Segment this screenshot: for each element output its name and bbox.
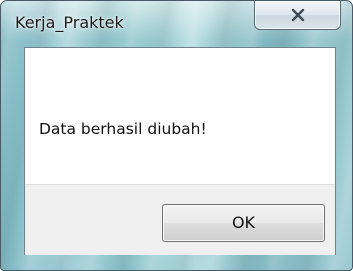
dialog-client-area: Data berhasil diubah! OK — [24, 47, 336, 255]
ok-button[interactable]: OK — [162, 204, 325, 242]
close-icon — [291, 8, 305, 22]
title-bar[interactable]: Kerja_Praktek — [1, 1, 352, 47]
message-text: Data berhasil diubah! — [39, 120, 207, 138]
close-button[interactable] — [254, 1, 341, 30]
button-area: OK — [25, 184, 335, 255]
message-box-window: Kerja_Praktek Data berhasil diubah! OK — [0, 0, 353, 271]
window-title: Kerja_Praktek — [15, 13, 124, 32]
message-area: Data berhasil diubah! — [25, 48, 335, 184]
